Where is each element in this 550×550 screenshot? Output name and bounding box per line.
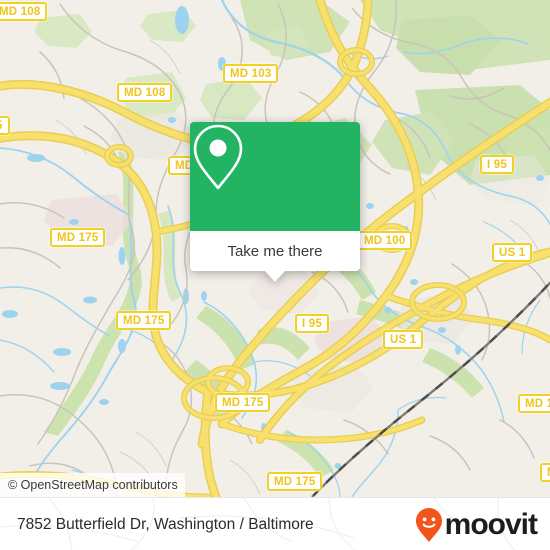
attribution-text: © OpenStreetMap contributors	[8, 478, 178, 492]
moovit-smiley-pin-icon	[415, 507, 442, 542]
moovit-map-screen: MD 108 MD 108 MD 103 5 MD I 95 MD 175 MD…	[0, 0, 550, 550]
map-pin-icon	[193, 124, 243, 190]
shield-md-100-right-edge[interactable]: MD 10	[518, 394, 550, 413]
shield-md-175-upper-left[interactable]: MD 175	[50, 228, 106, 247]
shield-md-100[interactable]: MD 100	[357, 231, 413, 250]
shield-us-1-center[interactable]: US 1	[383, 330, 424, 349]
osm-attribution[interactable]: © OpenStreetMap contributors	[0, 473, 185, 497]
address-label: 7852 Butterfield Dr, Washington / Baltim…	[17, 515, 314, 533]
shield-label: MD 175	[123, 315, 165, 327]
take-me-there-label: Take me there	[227, 242, 323, 260]
shield-md-175-bottom-mid[interactable]: MD 175	[267, 472, 323, 491]
shield-md-175-bottom[interactable]: MD 175	[215, 393, 271, 412]
shield-label: MD 175	[57, 232, 99, 244]
shield-label: MD 100	[364, 235, 406, 247]
shield-i-95-right[interactable]: I 95	[480, 155, 514, 174]
shield-label: US 1	[390, 334, 417, 346]
shield-label: US 1	[499, 247, 526, 259]
shield-label: 5	[0, 119, 3, 134]
location-popup-card[interactable]: Take me there	[190, 122, 360, 282]
shield-label: MD 175	[222, 397, 264, 409]
popup-header	[190, 122, 360, 231]
shield-i-95-center[interactable]: I 95	[295, 314, 329, 333]
shield-label: I 95	[487, 159, 507, 171]
shield-label: I 95	[302, 318, 322, 330]
shield-md-175-mid-left[interactable]: MD 175	[116, 311, 172, 330]
popup-pointer	[265, 271, 285, 282]
shield-md-103[interactable]: MD 103	[223, 64, 279, 83]
bottom-info-bar: 7852 Butterfield Dr, Washington / Baltim…	[0, 497, 550, 550]
shield-label: MD 108	[0, 6, 41, 18]
moovit-logo[interactable]: moovit	[414, 507, 538, 543]
shield-label: MD 108	[124, 87, 166, 99]
map-canvas[interactable]: MD 108 MD 108 MD 103 5 MD I 95 MD 175 MD…	[0, 0, 550, 497]
shield-label: MD 103	[230, 68, 272, 80]
shield-md-108-left[interactable]: MD 108	[117, 83, 173, 102]
shield-md-right-edge-low[interactable]: M	[540, 463, 550, 482]
moovit-wordmark: moovit	[444, 507, 538, 541]
shield-md-5-left-edge[interactable]: 5	[0, 116, 10, 135]
shield-label: MD 175	[274, 476, 316, 488]
shield-md-108-top-left[interactable]: MD 108	[0, 2, 48, 21]
shield-label: MD 10	[525, 398, 550, 410]
popup-footer[interactable]: Take me there	[190, 231, 360, 271]
shield-us-1-right[interactable]: US 1	[492, 243, 533, 262]
